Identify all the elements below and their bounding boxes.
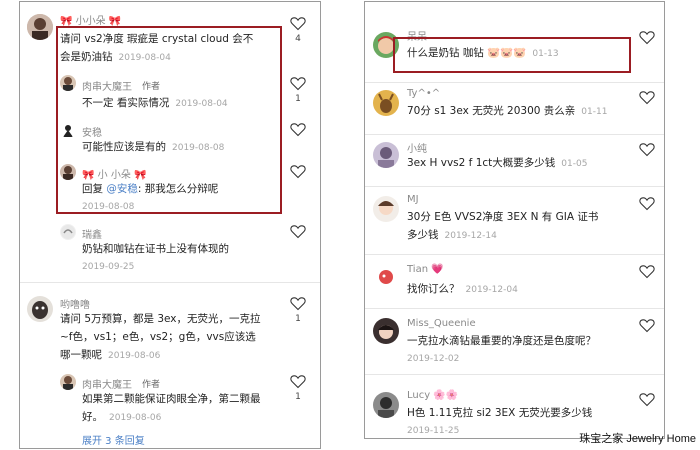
user-avatar[interactable] xyxy=(373,392,399,418)
comment-text: 请问 5万预算，都是 3ex，无荧光，一克拉 xyxy=(60,313,261,325)
like-heart-icon[interactable] xyxy=(290,16,306,31)
like-count: 4 xyxy=(295,34,301,44)
avatar-deer-icon xyxy=(373,90,399,116)
user-avatar[interactable] xyxy=(373,264,399,290)
comment-date: 2019-11-25 xyxy=(407,426,460,436)
avatar-photo-icon xyxy=(60,374,76,390)
like-heart-icon[interactable] xyxy=(290,374,306,389)
user-avatar[interactable] xyxy=(60,374,76,390)
comment-divider xyxy=(365,374,664,375)
comment-text: 30分 E色 VVS2净度 3EX N 有 GIA 证书 xyxy=(407,211,599,223)
avatar-cartoon-icon xyxy=(373,196,399,222)
avatar-dog-icon xyxy=(27,296,53,322)
like-heart-icon[interactable] xyxy=(290,164,306,179)
like-heart-icon[interactable] xyxy=(639,30,655,45)
comment-text-line2: 多少钱 2019-12-14 xyxy=(407,229,497,241)
user-avatar[interactable] xyxy=(373,90,399,116)
highlight-box xyxy=(56,26,282,214)
comment-author[interactable]: Miss_Queenie xyxy=(407,318,476,329)
like-heart-icon[interactable] xyxy=(290,296,306,311)
like-heart-icon[interactable] xyxy=(290,224,306,239)
user-avatar[interactable] xyxy=(27,14,53,40)
flower-emoji-icon: 🌸🌸 xyxy=(433,390,459,401)
comment-author[interactable]: Lucy 🌸🌸 xyxy=(407,390,458,401)
comment-author[interactable]: MJ xyxy=(407,194,419,205)
highlight-box xyxy=(393,37,631,73)
author-badge: 作者 xyxy=(142,380,161,390)
user-avatar[interactable] xyxy=(373,318,399,344)
like-heart-icon[interactable] xyxy=(639,90,655,105)
comment-text: 找你订么？ 2019-12-04 xyxy=(407,283,518,295)
comment-divider xyxy=(365,186,664,187)
like-count: 1 xyxy=(295,94,301,104)
like-heart-icon[interactable] xyxy=(639,142,655,157)
user-avatar[interactable] xyxy=(373,196,399,222)
heart-emoji-icon: 💗 xyxy=(431,264,444,275)
avatar-cartoon-icon xyxy=(373,318,399,344)
like-count: 1 xyxy=(295,392,301,402)
comment-author[interactable]: 瑞鑫 xyxy=(82,226,102,241)
right-comment-panel: 呆呆 什么是奶钻 咖钻 🐷🐷🐷 01-13 Ty^•^ 70分 s1 3ex 无荧… xyxy=(364,1,665,439)
avatar-photo-icon xyxy=(373,142,399,168)
like-count: 1 xyxy=(295,314,301,324)
comment-text-line2: 好。 2019-08-06 xyxy=(82,411,162,423)
comment-date: 2019-08-06 xyxy=(109,413,162,423)
comment-text: 3ex H vvs2 f 1ct大概要多少钱 01-05 xyxy=(407,157,588,169)
comment-text: 一克拉水滴钻最重要的净度还是色度呢？ xyxy=(407,335,596,347)
comment-divider xyxy=(365,254,664,255)
comment-divider xyxy=(365,308,664,309)
comment-divider xyxy=(365,82,664,83)
comment-author[interactable]: Ty^•^ xyxy=(407,88,440,99)
comment-author[interactable]: 小纯 xyxy=(407,140,427,155)
comment-date: 2019-12-14 xyxy=(444,231,497,241)
comment-date: 2019-12-04 xyxy=(465,285,518,295)
comment-author[interactable]: 肉串大魔王 xyxy=(82,376,132,391)
avatar-photo-icon xyxy=(27,14,53,40)
comment-author[interactable]: Tian 💗 xyxy=(407,264,444,275)
comment-text: 如果第二颗能保证肉眼全净，第二颗最 xyxy=(82,393,261,405)
like-heart-icon[interactable] xyxy=(639,264,655,279)
comment-text-line2: ~f色，vs1；e色，vs2；g色，vvs应该选 xyxy=(60,331,256,343)
comment-divider xyxy=(365,134,664,135)
like-heart-icon[interactable] xyxy=(290,122,306,137)
comment-text-line3: 哪一颗呢 2019-08-06 xyxy=(60,349,161,361)
comment-date: 2019-12-02 xyxy=(407,354,460,364)
comment-text: 奶钻和咖钻在证书上没有体现的 xyxy=(82,243,229,255)
comment-divider xyxy=(20,282,320,283)
comment-text: H色 1.11克拉 si2 3EX 无荧光要多少钱 xyxy=(407,407,593,419)
left-comment-panel: 🎀 小小朵 🎀 请问 vs2净度 瑕疵是 crystal cloud 会不 会是… xyxy=(19,1,321,449)
comment-author[interactable]: 哟噜噜 xyxy=(60,296,90,311)
user-avatar[interactable] xyxy=(27,296,53,322)
comment-date: 2019-09-25 xyxy=(82,262,135,272)
comment-text: 70分 s1 3ex 无荧光 20300 贵么亲 01-11 xyxy=(407,105,608,117)
comment-date: 01-05 xyxy=(561,159,588,169)
expand-replies-link[interactable]: 展开 3 条回复 xyxy=(82,432,145,447)
user-avatar[interactable] xyxy=(60,224,76,240)
watermark: 珠宝之家 Jewelry Home xyxy=(579,432,696,445)
like-heart-icon[interactable] xyxy=(639,318,655,333)
avatar-cartoon-icon xyxy=(373,264,399,290)
like-heart-icon[interactable] xyxy=(290,76,306,91)
avatar-photo-icon xyxy=(373,392,399,418)
comment-author[interactable]: 🎀 小小朵 🎀 xyxy=(60,12,121,27)
avatar-logo-icon xyxy=(61,225,75,239)
user-avatar[interactable] xyxy=(373,142,399,168)
like-heart-icon[interactable] xyxy=(639,196,655,211)
comment-date: 2019-08-06 xyxy=(108,351,161,361)
like-heart-icon[interactable] xyxy=(639,392,655,407)
comment-date: 01-11 xyxy=(581,107,608,117)
